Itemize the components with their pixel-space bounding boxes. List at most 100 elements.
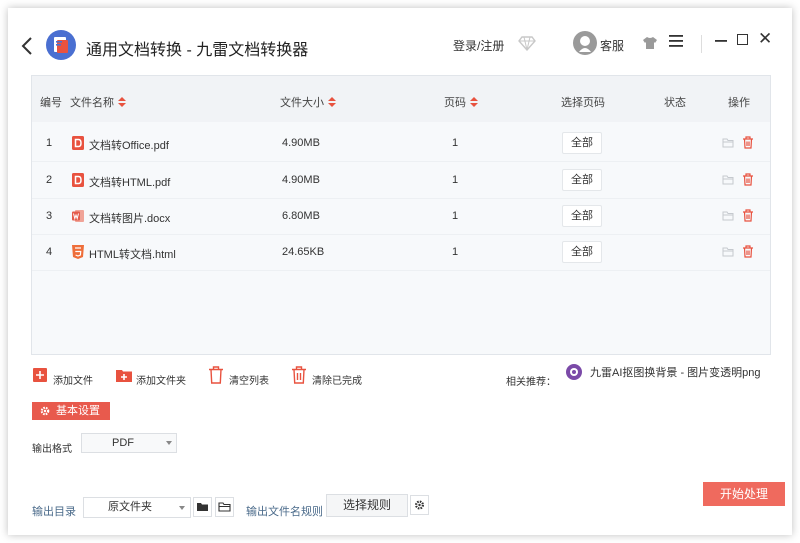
add-file-button[interactable]: 添加文件 (33, 368, 113, 387)
user-avatar-icon[interactable] (573, 31, 597, 55)
open-folder-icon[interactable] (722, 246, 734, 258)
delete-icon[interactable] (742, 136, 754, 149)
open-output-folder-button[interactable] (215, 497, 234, 517)
row-index: 4 (46, 246, 53, 258)
output-dir-label: 输出目录 (32, 506, 76, 518)
maximize-icon[interactable] (737, 34, 748, 45)
add-file-icon (33, 368, 47, 382)
column-size[interactable]: 文件大小 (280, 94, 336, 110)
minimize-icon[interactable] (714, 32, 728, 50)
chevron-down-icon (179, 506, 185, 510)
choose-rule-button[interactable]: 选择规则 (326, 494, 408, 517)
output-dir-value: 原文件夹 (108, 501, 152, 513)
table-row[interactable]: 2 文档转HTML.pdf 4.90MB 1 全部 (32, 163, 770, 199)
gear-icon (40, 406, 50, 416)
column-index: 编号 (40, 97, 62, 109)
app-title: 通用文档转换 - 九雷文档转换器 (86, 42, 309, 59)
rule-settings-button[interactable] (410, 495, 429, 515)
recommend-label: 相关推荐： (506, 377, 556, 388)
row-index: 1 (46, 137, 53, 149)
word-file-icon (72, 210, 84, 222)
clear-list-label: 清空列表 (229, 376, 269, 387)
page-count: 1 (452, 174, 459, 186)
start-process-button[interactable]: 开始处理 (703, 482, 785, 506)
browse-folder-button[interactable] (193, 497, 212, 517)
open-folder-icon (218, 502, 231, 512)
output-format-select[interactable]: PDF (81, 433, 177, 453)
sort-icon[interactable] (328, 97, 336, 107)
app-window: 通用文档转换 - 九雷文档转换器 登录/注册 客服 ✕ 编号 文件名称 文件大小… (8, 8, 792, 535)
close-icon[interactable]: ✕ (758, 30, 772, 48)
page-count: 1 (452, 246, 459, 258)
basic-settings-label: 基本设置 (56, 405, 100, 417)
add-folder-icon (116, 370, 132, 382)
add-folder-button[interactable]: 添加文件夹 (116, 368, 206, 387)
app-logo (46, 30, 76, 60)
page-select-button[interactable]: 全部 (562, 132, 602, 154)
row-index: 2 (46, 174, 53, 186)
file-name: HTML转文档.html (89, 249, 176, 261)
title-bar: 通用文档转换 - 九雷文档转换器 登录/注册 客服 ✕ (8, 8, 792, 78)
open-folder-icon[interactable] (722, 210, 734, 222)
file-size: 4.90MB (282, 137, 320, 149)
column-pages[interactable]: 页码 (444, 94, 478, 110)
trash-icon (209, 366, 223, 384)
file-table: 编号 文件名称 文件大小 页码 选择页码 状态 操作 1 文档转Office.p… (31, 75, 771, 355)
pdf-file-icon (72, 173, 84, 187)
column-status: 状态 (664, 97, 686, 109)
table-header: 编号 文件名称 文件大小 页码 选择页码 状态 操作 (32, 76, 770, 122)
clear-list-button[interactable]: 清空列表 (208, 366, 283, 387)
gear-icon (414, 500, 425, 510)
table-row[interactable]: 4 HTML转文档.html 24.65KB 1 全部 (32, 235, 770, 271)
column-name-label: 文件名称 (70, 97, 114, 109)
delete-icon[interactable] (742, 209, 754, 222)
file-name: 文档转图片.docx (89, 213, 171, 225)
filename-rule-label: 输出文件名规则 (246, 506, 323, 518)
page-select-button[interactable]: 全部 (562, 241, 602, 263)
column-name[interactable]: 文件名称 (70, 94, 126, 110)
titlebar-divider (701, 35, 702, 53)
sort-icon[interactable] (118, 97, 126, 107)
page-select-button[interactable]: 全部 (562, 205, 602, 227)
skin-theme-icon[interactable] (642, 35, 658, 51)
page-count: 1 (452, 210, 459, 222)
file-name: 文档转HTML.pdf (89, 177, 171, 189)
table-row[interactable]: 3 文档转图片.docx 6.80MB 1 全部 (32, 199, 770, 235)
menu-icon[interactable] (668, 34, 684, 48)
add-file-label: 添加文件 (53, 376, 93, 387)
login-register-link[interactable]: 登录/注册 (453, 37, 504, 54)
column-size-label: 文件大小 (280, 97, 324, 109)
trash-clear-icon (292, 366, 306, 384)
column-select-pages: 选择页码 (561, 97, 605, 109)
basic-settings-button[interactable]: 基本设置 (32, 402, 110, 420)
back-arrow-icon[interactable] (20, 36, 34, 56)
pdf-file-icon (72, 136, 84, 150)
clear-completed-button[interactable]: 清除已完成 (291, 366, 381, 387)
delete-icon[interactable] (742, 173, 754, 186)
recommend-link[interactable]: 九雷AI抠图换背景 - 图片变透明png (590, 364, 761, 380)
vip-diamond-icon[interactable] (518, 35, 536, 51)
output-format-value: PDF (112, 437, 134, 449)
folder-icon (197, 503, 208, 511)
file-size: 6.80MB (282, 210, 320, 222)
chevron-down-icon (166, 441, 172, 445)
html5-file-icon (72, 245, 84, 259)
output-dir-select[interactable]: 原文件夹 (83, 497, 191, 518)
open-folder-icon[interactable] (722, 137, 734, 149)
file-name: 文档转Office.pdf (89, 140, 169, 152)
file-size: 4.90MB (282, 174, 320, 186)
sort-icon[interactable] (470, 97, 478, 107)
table-row[interactable]: 1 文档转Office.pdf 4.90MB 1 全部 (32, 126, 770, 162)
page-count: 1 (452, 137, 459, 149)
add-folder-label: 添加文件夹 (136, 376, 186, 387)
customer-service-link[interactable]: 客服 (600, 37, 624, 54)
column-actions: 操作 (728, 97, 750, 109)
page-select-button[interactable]: 全部 (562, 169, 602, 191)
file-size: 24.65KB (282, 246, 325, 258)
output-format-label: 输出格式 (32, 444, 72, 455)
row-index: 3 (46, 210, 53, 222)
open-folder-icon[interactable] (722, 174, 734, 186)
delete-icon[interactable] (742, 245, 754, 258)
ai-matting-app-icon[interactable] (566, 364, 582, 380)
clear-completed-label: 清除已完成 (312, 376, 362, 387)
